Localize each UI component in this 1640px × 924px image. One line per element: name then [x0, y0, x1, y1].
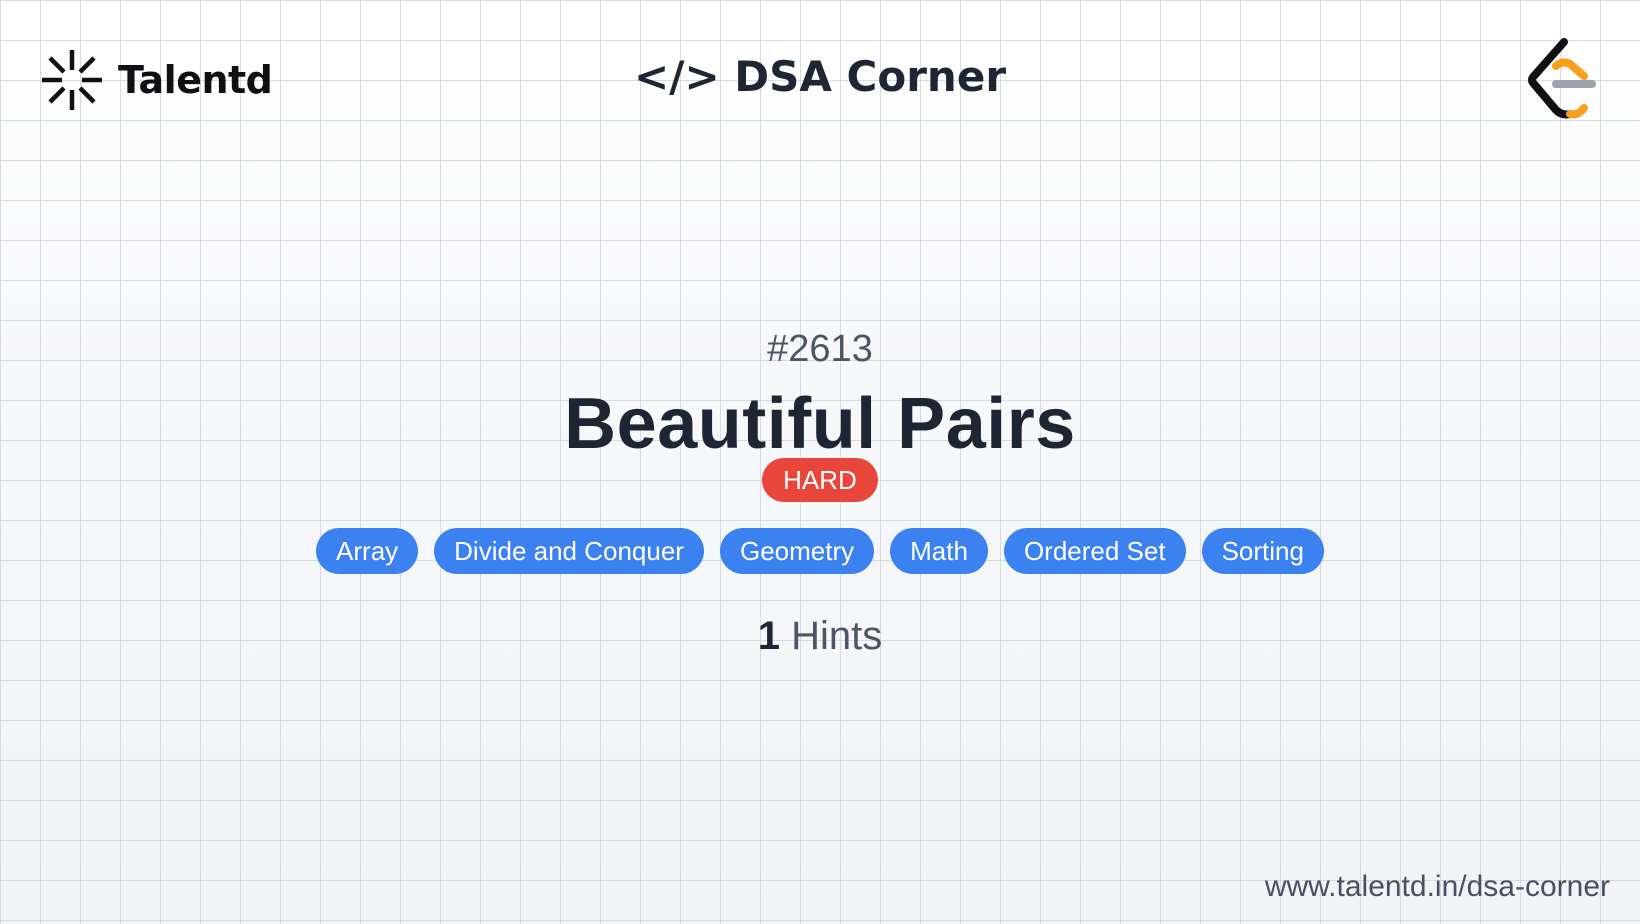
tag-sorting[interactable]: Sorting: [1201, 528, 1324, 574]
tag-divide-and-conquer[interactable]: Divide and Conquer: [434, 528, 704, 574]
problem-number: #2613: [767, 328, 873, 370]
hints-label: Hints: [791, 614, 883, 658]
hints-summary: 1 Hints: [0, 614, 1640, 659]
dsa-corner-card: Talentd </> DSA Corner #2613 Beautiful P…: [0, 0, 1640, 924]
tag-math[interactable]: Math: [890, 528, 988, 574]
page-title: </> DSA Corner: [633, 52, 1007, 101]
footer-url[interactable]: www.talentd.in/dsa-corner: [1265, 870, 1610, 904]
difficulty-badge: HARD: [762, 458, 878, 502]
problem-title: Beautiful Pairs: [564, 384, 1076, 464]
tag-array[interactable]: Array: [316, 528, 419, 574]
hints-count: 1: [757, 614, 780, 658]
topic-tags: Array Divide and Conquer Geometry Math O…: [0, 528, 1640, 574]
tag-geometry[interactable]: Geometry: [719, 528, 875, 574]
leetcode-logo-icon: [1526, 38, 1596, 120]
tag-ordered-set[interactable]: Ordered Set: [1003, 528, 1186, 574]
